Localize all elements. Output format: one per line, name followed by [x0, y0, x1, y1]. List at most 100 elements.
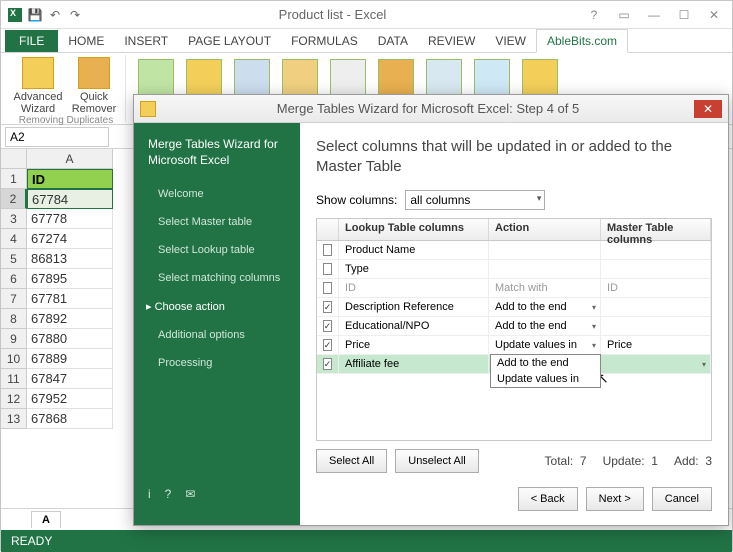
- th-lookup[interactable]: Lookup Table columns: [339, 219, 489, 240]
- th-action[interactable]: Action: [489, 219, 601, 240]
- row-header[interactable]: 3: [1, 209, 27, 229]
- tab-view[interactable]: VIEW: [485, 30, 536, 52]
- dropdown-item-update[interactable]: Update values in: [491, 371, 600, 387]
- checkbox[interactable]: [323, 282, 332, 294]
- row-checkbox-cell[interactable]: [317, 241, 339, 259]
- wizard-step-master[interactable]: Select Master table: [134, 208, 300, 236]
- tab-page-layout[interactable]: PAGE LAYOUT: [178, 30, 281, 52]
- undo-icon[interactable]: ↶: [47, 7, 63, 23]
- wizard-step-matching[interactable]: Select matching columns: [134, 264, 300, 292]
- row-header[interactable]: 6: [1, 269, 27, 289]
- checkbox[interactable]: [323, 244, 332, 256]
- tool-icon-7[interactable]: [426, 59, 462, 95]
- cell[interactable]: 67784: [27, 189, 113, 209]
- row-checkbox-cell[interactable]: ✓: [317, 336, 339, 354]
- dropdown-item-add[interactable]: Add to the end: [491, 355, 600, 371]
- name-box[interactable]: A2: [5, 127, 109, 147]
- tool-icon-3[interactable]: [234, 59, 270, 95]
- tab-review[interactable]: REVIEW: [418, 30, 485, 52]
- tab-insert[interactable]: INSERT: [114, 30, 178, 52]
- select-all-button[interactable]: Select All: [316, 449, 387, 473]
- row-header[interactable]: 8: [1, 309, 27, 329]
- row-header[interactable]: 9: [1, 329, 27, 349]
- select-all-corner[interactable]: [1, 149, 27, 169]
- table-row[interactable]: ✓PriceUpdate values inPrice: [317, 336, 711, 355]
- table-row[interactable]: ✓Educational/NPOAdd to the end: [317, 317, 711, 336]
- table-row[interactable]: IDMatch withID: [317, 279, 711, 298]
- row-header[interactable]: 12: [1, 389, 27, 409]
- checkbox[interactable]: ✓: [323, 339, 333, 351]
- cell[interactable]: 67868: [27, 409, 113, 429]
- help-icon[interactable]: ?: [580, 5, 608, 25]
- cell[interactable]: 67880: [27, 329, 113, 349]
- file-tab[interactable]: FILE: [5, 30, 58, 52]
- action-cell[interactable]: Update values in: [489, 336, 601, 354]
- cell[interactable]: 67847: [27, 369, 113, 389]
- cell[interactable]: 67892: [27, 309, 113, 329]
- master-col-cell[interactable]: [601, 260, 711, 278]
- col-header-a[interactable]: A: [27, 149, 113, 169]
- show-columns-combo[interactable]: all columns: [405, 190, 545, 210]
- wizard-step-options[interactable]: Additional options: [134, 321, 300, 349]
- next-button[interactable]: Next >: [586, 487, 644, 511]
- row-header[interactable]: 4: [1, 229, 27, 249]
- row-header[interactable]: 11: [1, 369, 27, 389]
- tool-icon-4[interactable]: [282, 59, 318, 95]
- help-icon[interactable]: ?: [165, 487, 172, 501]
- tool-icon-8[interactable]: [474, 59, 510, 95]
- redo-icon[interactable]: ↷: [67, 7, 83, 23]
- sheet-tab[interactable]: A: [31, 511, 61, 528]
- checkbox[interactable]: ✓: [323, 301, 333, 313]
- master-col-cell[interactable]: [601, 317, 711, 335]
- row-checkbox-cell[interactable]: ✓: [317, 298, 339, 316]
- ribbon-options-icon[interactable]: ▭: [610, 5, 638, 25]
- action-cell[interactable]: [489, 241, 601, 259]
- th-check[interactable]: [317, 219, 339, 240]
- mail-icon[interactable]: ✉: [185, 487, 195, 501]
- unselect-all-button[interactable]: Unselect All: [395, 449, 478, 473]
- tool-icon-9[interactable]: [522, 59, 558, 95]
- tool-icon-2[interactable]: [186, 59, 222, 95]
- cell[interactable]: 67274: [27, 229, 113, 249]
- quick-remover-button[interactable]: Quick Remover: [69, 55, 119, 115]
- tool-icon-5[interactable]: [330, 59, 366, 95]
- cell[interactable]: 67889: [27, 349, 113, 369]
- action-cell[interactable]: [489, 260, 601, 278]
- cell[interactable]: 67778: [27, 209, 113, 229]
- row-header[interactable]: 13: [1, 409, 27, 429]
- checkbox[interactable]: ✓: [323, 358, 333, 370]
- maximize-icon[interactable]: ☐: [670, 5, 698, 25]
- cell[interactable]: 67952: [27, 389, 113, 409]
- table-row[interactable]: ✓Description ReferenceAdd to the end: [317, 298, 711, 317]
- row-checkbox-cell[interactable]: [317, 279, 339, 297]
- master-col-cell[interactable]: Price: [601, 336, 711, 354]
- tab-home[interactable]: HOME: [58, 30, 114, 52]
- master-col-cell[interactable]: [601, 355, 711, 373]
- cell-header[interactable]: ID: [27, 169, 113, 189]
- minimize-icon[interactable]: —: [640, 5, 668, 25]
- th-master[interactable]: Master Table columns: [601, 219, 711, 240]
- row-checkbox-cell[interactable]: [317, 260, 339, 278]
- wizard-step-processing[interactable]: Processing: [134, 349, 300, 377]
- row-header[interactable]: 10: [1, 349, 27, 369]
- close-icon[interactable]: ✕: [700, 5, 728, 25]
- action-cell[interactable]: Add to the end: [489, 317, 601, 335]
- cell[interactable]: 67895: [27, 269, 113, 289]
- master-col-cell[interactable]: [601, 298, 711, 316]
- row-header[interactable]: 2: [1, 189, 27, 209]
- row-checkbox-cell[interactable]: ✓: [317, 317, 339, 335]
- checkbox[interactable]: ✓: [323, 320, 333, 332]
- tool-icon-1[interactable]: [138, 59, 174, 95]
- checkbox[interactable]: [323, 263, 332, 275]
- dialog-close-button[interactable]: ✕: [694, 100, 722, 118]
- wizard-step-lookup[interactable]: Select Lookup table: [134, 236, 300, 264]
- action-cell[interactable]: Add to the end: [489, 298, 601, 316]
- table-row[interactable]: Product Name: [317, 241, 711, 260]
- cell[interactable]: 86813: [27, 249, 113, 269]
- tab-data[interactable]: DATA: [368, 30, 418, 52]
- info-icon[interactable]: i: [148, 487, 151, 501]
- save-icon[interactable]: 💾: [27, 7, 43, 23]
- back-button[interactable]: < Back: [518, 487, 578, 511]
- row-header[interactable]: 5: [1, 249, 27, 269]
- row-header[interactable]: 1: [1, 169, 27, 189]
